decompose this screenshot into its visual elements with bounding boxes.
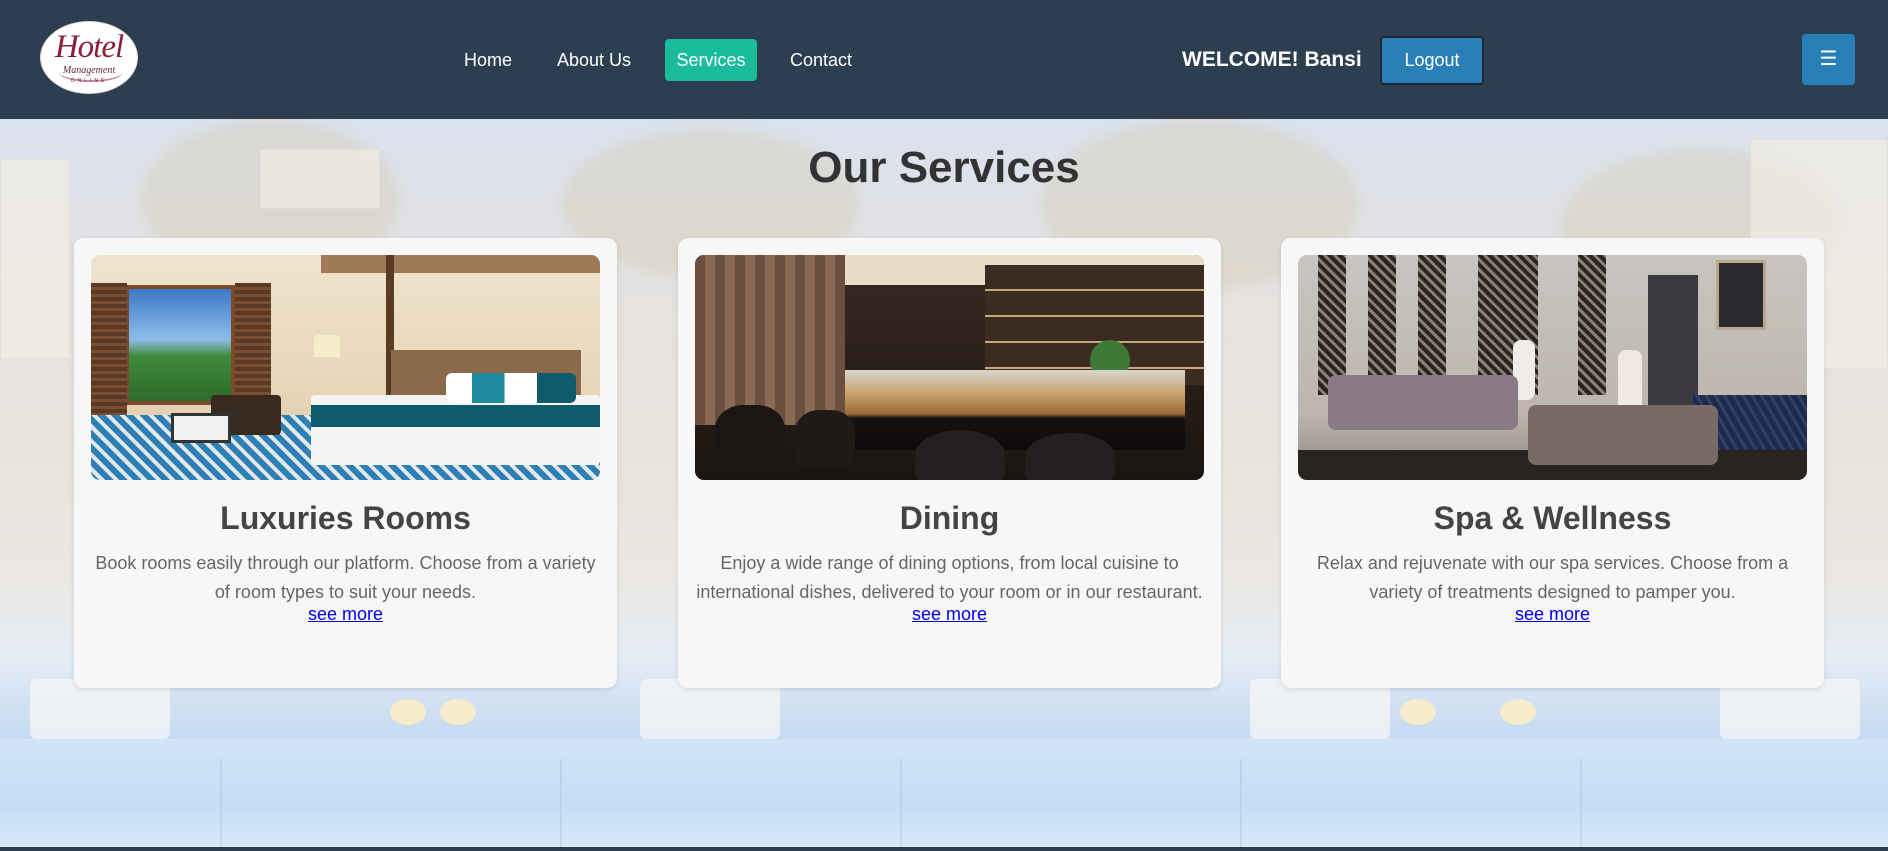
hotel-logo[interactable]: Hotel Management ONLINE bbox=[40, 21, 138, 94]
service-title: Spa & Wellness bbox=[1433, 500, 1672, 536]
see-more-link-spa[interactable]: see more bbox=[1515, 604, 1590, 624]
site-header: Hotel Management ONLINE Home About Us Se… bbox=[0, 0, 1888, 119]
see-more-wrapper: see more bbox=[74, 603, 617, 625]
logo-script-text: Hotel bbox=[54, 29, 124, 65]
service-title: Luxuries Rooms bbox=[220, 500, 471, 536]
service-card-rooms: Luxuries Rooms Book rooms easily through… bbox=[74, 238, 617, 688]
see-more-wrapper: see more bbox=[678, 603, 1221, 625]
see-more-link-dining[interactable]: see more bbox=[912, 604, 987, 624]
nav-link-services[interactable]: Services bbox=[665, 39, 757, 81]
page-title: Our Services bbox=[808, 143, 1080, 192]
logout-button[interactable]: Logout bbox=[1380, 36, 1484, 85]
logo-subtitle: Management bbox=[62, 65, 116, 76]
nav-link-home[interactable]: Home bbox=[452, 39, 524, 81]
service-card-dining: Dining Enjoy a wide range of dining opti… bbox=[678, 238, 1221, 688]
welcome-message: WELCOME! Bansi bbox=[1182, 48, 1362, 71]
service-description: Relax and rejuvenate with our spa servic… bbox=[1316, 553, 1789, 602]
hamburger-menu-icon[interactable]: ☰ bbox=[1802, 34, 1855, 85]
service-description: Book rooms easily through our platform. … bbox=[95, 553, 596, 602]
see-more-wrapper: see more bbox=[1281, 603, 1824, 625]
service-title: Dining bbox=[899, 500, 1000, 536]
service-card-spa: Spa & Wellness Relax and rejuvenate with… bbox=[1281, 238, 1824, 688]
logo-tagline: ONLINE bbox=[70, 78, 108, 84]
see-more-link-rooms[interactable]: see more bbox=[308, 604, 383, 624]
nav-link-about[interactable]: About Us bbox=[545, 39, 643, 81]
nav-link-contact[interactable]: Contact bbox=[778, 39, 864, 81]
hotel-room-photo-icon bbox=[91, 255, 600, 480]
spa-photo-icon bbox=[1298, 255, 1807, 480]
restaurant-photo-icon bbox=[695, 255, 1204, 480]
service-description: Enjoy a wide range of dining options, fr… bbox=[696, 553, 1203, 602]
footer-edge bbox=[0, 847, 1888, 851]
